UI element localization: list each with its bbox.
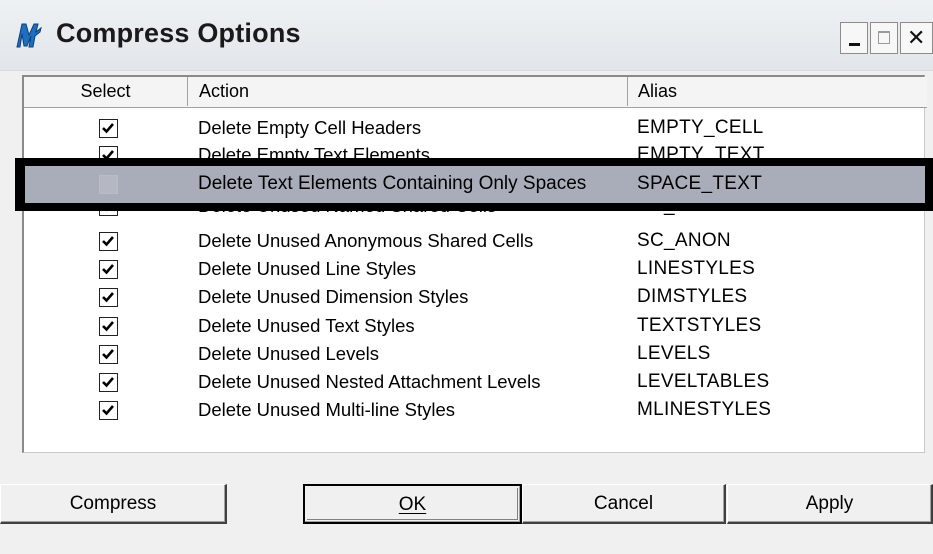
maximize-icon: [878, 31, 890, 44]
list-row-empty-text[interactable]: Delete Empty Text Elements EMPTY_TEXT: [24, 142, 923, 158]
highlight-frame: Delete Text Elements Containing Only Spa…: [15, 158, 933, 211]
row-checkbox[interactable]: [99, 260, 118, 279]
compress-actions-list[interactable]: Select Action Alias Delete Empty Cell He…: [22, 75, 927, 453]
row-alias: DIMSTYLES: [637, 286, 748, 307]
checkmark-icon: [102, 236, 114, 247]
checkmark-icon: [102, 123, 114, 134]
row-checkbox[interactable]: [99, 345, 118, 364]
list-row-empty-cell[interactable]: Delete Empty Cell Headers EMPTY_CELL: [24, 115, 923, 142]
list-row-linestyles[interactable]: Delete Unused Line Styles LINESTYLES: [24, 256, 923, 283]
compress-button[interactable]: Compress: [0, 484, 227, 524]
list-row-space-text-selected[interactable]: Delete Text Elements Containing Only Spa…: [25, 166, 925, 203]
list-row-levels[interactable]: Delete Unused Levels LEVELS: [24, 341, 923, 368]
column-header-alias[interactable]: Alias: [628, 77, 925, 106]
row-action: Delete Unused Levels: [198, 343, 379, 364]
apply-button-label: Apply: [805, 493, 854, 514]
row-action: Delete Unused Line Styles: [198, 258, 417, 279]
close-button[interactable]: ✕: [900, 22, 933, 54]
row-alias: LEVELS: [637, 343, 711, 364]
close-icon: ✕: [907, 25, 926, 50]
checkmark-icon: [102, 349, 114, 360]
row-action: Delete Unused Multi-line Styles: [198, 399, 456, 420]
row-alias: SPACE_TEXT: [637, 173, 763, 194]
minimize-icon: [849, 43, 860, 46]
row-checkbox[interactable]: [99, 317, 118, 336]
row-action: Delete Text Elements Containing Only Spa…: [198, 173, 587, 194]
ok-button-label: OK: [398, 494, 427, 515]
checkmark-icon: [102, 377, 114, 388]
checkmark-icon: [102, 321, 114, 332]
row-alias: LEVELTABLES: [637, 371, 770, 392]
column-header-action[interactable]: Action: [188, 77, 628, 106]
apply-button[interactable]: Apply: [727, 484, 933, 524]
checkmark-icon: [102, 150, 114, 158]
row-checkbox[interactable]: [99, 373, 118, 392]
ok-button[interactable]: OK: [303, 484, 522, 524]
checkmark-icon: [102, 264, 114, 275]
row-checkbox[interactable]: [99, 401, 118, 420]
maximize-button[interactable]: [870, 22, 898, 54]
cancel-button-label: Cancel: [593, 493, 654, 514]
row-checkbox[interactable]: [99, 119, 118, 138]
row-alias: LINESTYLES: [637, 258, 756, 279]
row-action: Delete Unused Dimension Styles: [198, 286, 469, 307]
checkmark-icon: [102, 405, 114, 416]
row-action: Delete Unused Nested Attachment Levels: [198, 371, 541, 392]
list-row-textstyles[interactable]: Delete Unused Text Styles TEXTSTYLES: [24, 313, 923, 340]
row-action: Delete Empty Cell Headers: [198, 117, 422, 138]
row-alias: EMPTY_CELL: [637, 117, 764, 138]
list-row-leveltables[interactable]: Delete Unused Nested Attachment Levels L…: [24, 369, 923, 396]
row-checkbox[interactable]: [99, 288, 118, 307]
list-header: Select Action Alias: [24, 77, 927, 108]
list-row-mlinestyles[interactable]: Delete Unused Multi-line Styles MLINESTY…: [24, 397, 923, 424]
title-bar[interactable]: Compress Options ✕: [0, 0, 933, 71]
window-title: Compress Options: [56, 18, 301, 48]
checkmark-icon: [102, 292, 114, 303]
column-header-select[interactable]: Select: [24, 77, 188, 106]
row-checkbox[interactable]: [99, 146, 118, 158]
row-action: Delete Unused Anonymous Shared Cells: [198, 230, 534, 251]
row-action: Delete Unused Text Styles: [198, 315, 415, 336]
microstation-app-icon: [16, 23, 42, 48]
minimize-button[interactable]: [840, 22, 868, 54]
row-alias: MLINESTYLES: [637, 399, 772, 420]
row-alias: SC_ANON: [637, 230, 731, 251]
row-alias: TEXTSTYLES: [637, 315, 762, 336]
cancel-button[interactable]: Cancel: [522, 484, 726, 524]
row-alias: EMPTY_TEXT: [637, 144, 765, 158]
list-row-sc-anon[interactable]: Delete Unused Anonymous Shared Cells SC_…: [24, 228, 923, 255]
row-action: Delete Empty Text Elements: [198, 144, 431, 158]
compress-button-label: Compress: [69, 493, 157, 514]
list-row-dimstyles[interactable]: Delete Unused Dimension Styles DIMSTYLES: [24, 284, 923, 311]
row-checkbox-unchecked[interactable]: [99, 175, 118, 194]
row-checkbox[interactable]: [99, 232, 118, 251]
compress-options-dialog: Compress Options ✕ Select Action Alias D…: [0, 0, 933, 554]
